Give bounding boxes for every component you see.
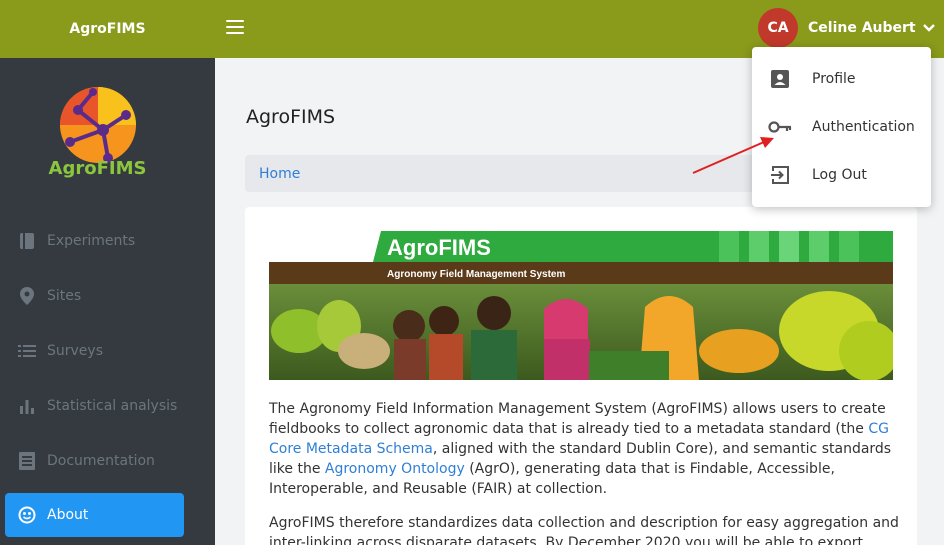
user-menu-toggle[interactable]: CA Celine Aubert [758,8,936,48]
user-name: Celine Aubert [808,20,916,36]
menu-item-profile[interactable]: Profile [752,57,931,101]
sidebar-item-surveys[interactable]: Surveys [5,329,184,373]
hamburger-menu-icon[interactable] [226,20,244,34]
second-paragraph: AgroFIMS therefore standardizes data col… [269,515,899,545]
chevron-down-icon [922,24,935,32]
menu-item-label: Authentication [812,119,915,135]
sidebar-item-sites[interactable]: Sites [5,274,184,318]
sidebar-item-documentation[interactable]: Documentation [5,439,184,483]
sidebar-item-label: Sites [47,288,82,304]
profile-card-icon [768,67,792,91]
sidebar-item-label: Surveys [47,343,103,359]
intro-text-1: The Agronomy Field Information Managemen… [269,401,886,437]
intro-paragraph: The Agronomy Field Information Managemen… [269,399,899,499]
agronomy-ontology-link[interactable]: Agronomy Ontology [325,461,465,477]
bar-chart-icon [17,396,37,416]
brand-title[interactable]: AgroFIMS [0,0,215,58]
menu-item-logout[interactable]: Log Out [752,153,931,197]
banner-title: AgroFIMS [387,235,491,260]
document-icon [17,451,37,471]
book-icon [17,231,37,251]
sidebar-item-label: Statistical analysis [47,398,178,414]
menu-item-authentication[interactable]: Authentication [752,105,931,149]
user-dropdown-menu: Profile Authentication Log Out [752,47,931,207]
logout-icon [768,163,792,187]
sidebar-item-statistical-analysis[interactable]: Statistical analysis [5,384,184,428]
avatar: CA [758,8,798,48]
sidebar: AgroFIMS Experiments Sites Surveys Stati… [0,58,215,545]
content-card: AgroFIMS Agronomy Field Management Syste… [245,207,917,545]
breadcrumb-home-link[interactable]: Home [259,166,300,182]
page-title: AgroFIMS [246,106,336,128]
menu-item-label: Log Out [812,167,867,183]
agrofims-banner-image: AgroFIMS Agronomy Field Management Syste… [269,231,893,380]
sidebar-item-label: About [47,507,89,523]
banner-subtitle: Agronomy Field Management System [387,269,565,280]
list-icon [17,341,37,361]
map-pin-icon [17,286,37,306]
sidebar-item-label: Experiments [47,233,136,249]
menu-item-label: Profile [812,71,856,87]
sidebar-item-label: Documentation [47,453,155,469]
sidebar-item-about[interactable]: About [5,493,184,537]
sidebar-logo-text: AgroFIMS [48,158,147,179]
about-icon [17,505,37,525]
key-icon [768,115,792,139]
sidebar-item-experiments[interactable]: Experiments [5,219,184,263]
